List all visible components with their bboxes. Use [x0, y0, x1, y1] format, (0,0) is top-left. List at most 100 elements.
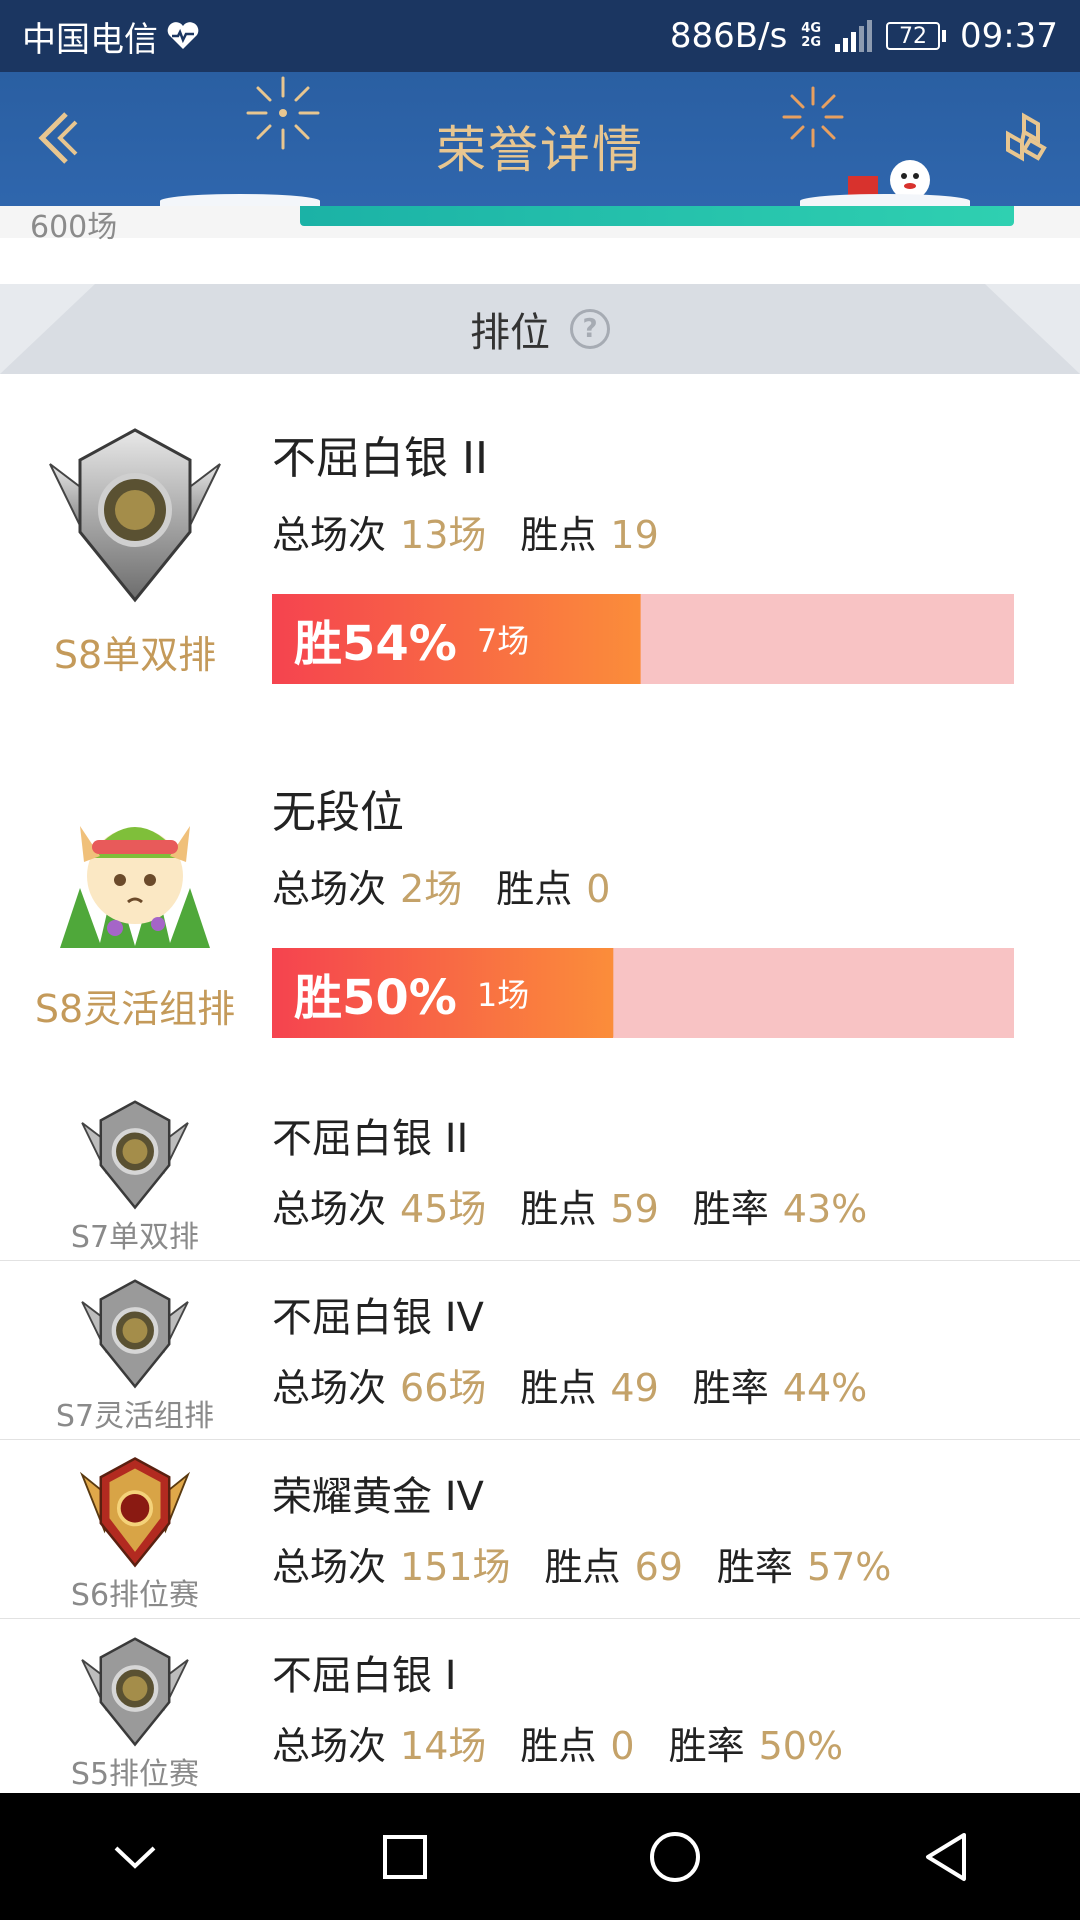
season-label: S8单双排 [53, 633, 217, 677]
points-label: 胜点 [496, 867, 573, 911]
square-icon [383, 1834, 427, 1879]
points-value: 0 [610, 1724, 635, 1768]
win-percent: 胜50% [294, 970, 457, 1026]
section-title: 排位 [470, 310, 550, 356]
points-value: 69 [634, 1545, 683, 1589]
rank-entry[interactable]: S7单双排 不屈白银 II 总场次 45场 胜点 59 胜率 43% [0, 1082, 1080, 1262]
heart-monitor-icon [167, 22, 199, 49]
net-speed: 886B/s [669, 16, 788, 56]
points-label: 胜点 [520, 1187, 597, 1231]
total-label: 总场次 [272, 1366, 387, 1410]
circle-icon [650, 1831, 700, 1882]
total-label: 总场次 [272, 1187, 387, 1231]
points-label: 胜点 [520, 513, 597, 557]
silver-badge-icon [81, 1100, 189, 1210]
points-value: 19 [610, 513, 659, 557]
stats-line: 总场次 45场 胜点 59 胜率 43% [272, 1178, 867, 1233]
season-label: S8灵活组排 [34, 987, 236, 1031]
status-right: 886B/s 4G 2G 72 09:37 [670, 16, 1058, 56]
total-value: 151场 [400, 1545, 511, 1589]
app-header: 荣誉详情 [0, 72, 1080, 206]
help-icon[interactable]: ? [570, 309, 610, 349]
silver-badge-icon [49, 428, 221, 603]
battery-level: 72 [886, 22, 941, 50]
rate-label: 胜率 [668, 1724, 745, 1768]
nav-collapse-button[interactable] [80, 1802, 190, 1912]
rate-label: 胜率 [692, 1366, 769, 1410]
net-tag-4g: 4G [801, 21, 822, 36]
total-value: 45场 [400, 1187, 487, 1231]
nav-back-button[interactable] [890, 1802, 1000, 1912]
stats-line: 总场次 151场 胜点 69 胜率 57% [272, 1536, 891, 1591]
snow-decor [800, 194, 970, 206]
rank-entry[interactable]: S5排位赛 不屈白银 I 总场次 14场 胜点 0 胜率 50% [0, 1619, 1080, 1793]
network-type-icon: 4G 2G [801, 22, 821, 50]
rate-value: 44% [782, 1366, 868, 1410]
points-label: 胜点 [520, 1366, 597, 1410]
rate-label: 胜率 [692, 1187, 769, 1231]
rank-title: 不屈白银 IV [272, 1295, 484, 1341]
status-bar: 中国电信 886B/s 4G 2G 72 09:37 [0, 0, 1080, 72]
rank-title: 不屈白银 II [272, 1116, 469, 1162]
win-count: 7场 [476, 622, 530, 660]
previous-count-label: 600场 [30, 210, 118, 245]
season-label: S6排位赛 [70, 1578, 200, 1613]
silver-badge-icon [81, 1637, 189, 1747]
points-label: 胜点 [520, 1724, 597, 1768]
rank-title: 不屈白银 I [272, 1653, 457, 1699]
season-label: S7灵活组排 [55, 1399, 215, 1434]
total-value: 13场 [400, 513, 487, 557]
stats-line: 总场次 2场 胜点 0 [272, 858, 610, 913]
total-value: 2场 [400, 867, 463, 911]
total-label: 总场次 [272, 867, 387, 911]
rank-entry[interactable]: S6排位赛 荣耀黄金 IV 总场次 151场 胜点 69 胜率 57% [0, 1440, 1080, 1620]
rank-title: 荣耀黄金 IV [272, 1474, 484, 1520]
rank-title: 无段位 [272, 787, 404, 838]
points-value: 0 [586, 867, 611, 911]
win-rate-bar: 胜54% 7场 [272, 594, 1014, 684]
rank-title: 不屈白银 II [272, 433, 488, 484]
rate-value: 50% [758, 1724, 844, 1768]
rate-value: 57% [806, 1545, 892, 1589]
status-left: 中国电信 [22, 12, 200, 61]
rank-entry[interactable]: S7灵活组排 不屈白银 IV 总场次 66场 胜点 49 胜率 44% [0, 1261, 1080, 1441]
total-label: 总场次 [272, 513, 387, 557]
net-tag-2g: 2G [801, 35, 822, 50]
rate-value: 43% [782, 1187, 868, 1231]
rate-label: 胜率 [716, 1545, 793, 1589]
total-label: 总场次 [272, 1724, 387, 1768]
stats-line: 总场次 14场 胜点 0 胜率 50% [272, 1715, 843, 1770]
stats-line: 总场次 66场 胜点 49 胜率 44% [272, 1357, 867, 1412]
carrier-label: 中国电信 [22, 19, 158, 60]
previous-section-strip: 600场 [0, 206, 1080, 245]
rank-entry[interactable]: S8灵活组排 无段位 总场次 2场 胜点 0 胜50% 1场 [0, 728, 1080, 1084]
nav-home-button[interactable] [620, 1802, 730, 1912]
win-rate-bar: 胜50% 1场 [272, 948, 1014, 1038]
rank-entry[interactable]: S8单双排 不屈白银 II 总场次 13场 胜点 19 胜54% 7场 [0, 374, 1080, 730]
total-value: 14场 [400, 1724, 487, 1768]
nav-recents-button[interactable] [350, 1802, 460, 1912]
chevron-down-icon [114, 1846, 156, 1869]
previous-progress-bar [300, 206, 1014, 226]
season-label: S7单双排 [70, 1220, 200, 1255]
triangle-back-icon [926, 1832, 966, 1881]
points-value: 59 [610, 1187, 659, 1231]
snow-decor [160, 194, 320, 206]
stats-line: 总场次 13场 胜点 19 [272, 504, 659, 559]
points-value: 49 [610, 1366, 659, 1410]
win-count: 1场 [476, 976, 530, 1014]
battery-icon: 72 [886, 22, 947, 50]
gold-badge-icon [79, 1457, 191, 1568]
points-label: 胜点 [544, 1545, 621, 1589]
season-label: S5排位赛 [70, 1757, 200, 1792]
win-percent: 胜54% [294, 616, 457, 672]
section-header: 排位 ? [0, 284, 1080, 374]
share-icon[interactable] [994, 110, 1050, 166]
silver-badge-icon [81, 1279, 189, 1389]
signal-icon [835, 20, 873, 52]
teemo-avatar-icon [60, 826, 210, 948]
system-nav-bar [0, 1793, 1080, 1920]
clock: 09:37 [960, 16, 1058, 56]
total-value: 66场 [400, 1366, 487, 1410]
total-label: 总场次 [272, 1545, 387, 1589]
